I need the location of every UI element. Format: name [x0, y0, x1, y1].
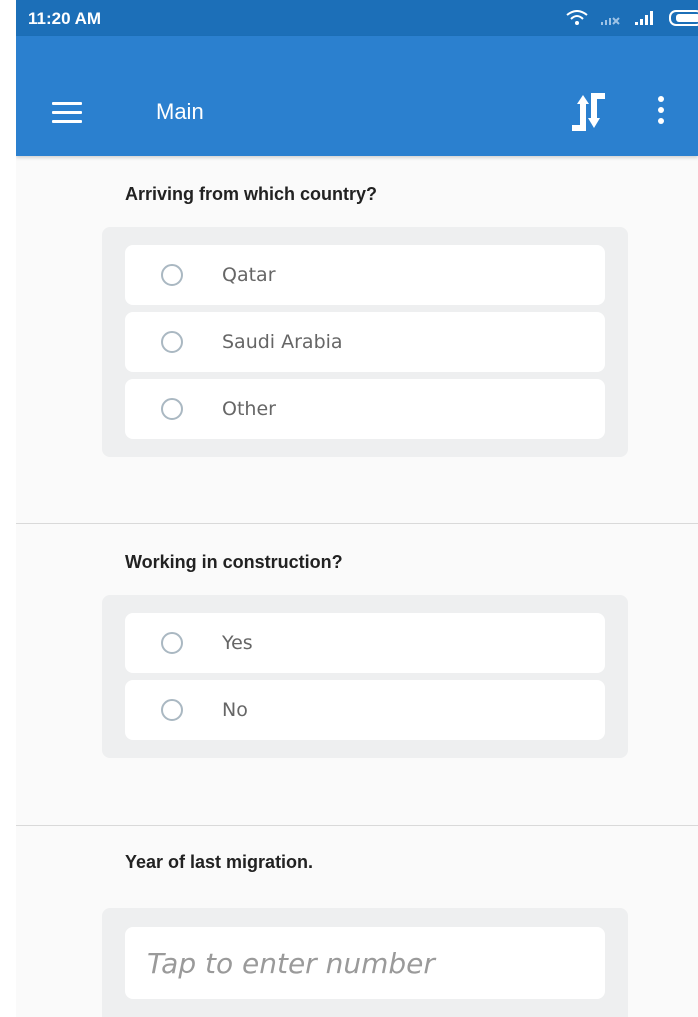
signal-no-sim-icon	[601, 17, 620, 25]
divider	[16, 523, 698, 524]
option-label: Qatar	[222, 264, 276, 286]
more-vert-icon[interactable]	[656, 96, 666, 130]
page-title: Main	[156, 99, 204, 124]
battery-icon	[669, 10, 698, 26]
radio-icon[interactable]	[161, 632, 183, 654]
radio-icon[interactable]	[161, 398, 183, 420]
construction-options-panel: Yes No	[102, 595, 628, 758]
status-bar: 11:20 AM	[16, 0, 698, 36]
radio-icon[interactable]	[161, 699, 183, 721]
question-label-migration-year: Year of last migration.	[125, 852, 314, 872]
migration-year-input[interactable]	[125, 927, 605, 999]
migration-year-panel	[102, 908, 628, 1017]
radio-icon[interactable]	[161, 264, 183, 286]
phone-screen: 11:20 AM Main Arriving from which countr…	[16, 0, 698, 1017]
option-label: No	[222, 699, 248, 721]
signal-icon	[635, 11, 653, 25]
divider	[16, 825, 698, 826]
radio-icon[interactable]	[161, 331, 183, 353]
country-options-panel: Qatar Saudi Arabia Other	[102, 227, 628, 457]
option-label: Saudi Arabia	[222, 331, 343, 353]
status-icons	[566, 8, 698, 28]
status-time: 11:20 AM	[28, 9, 102, 28]
option-no[interactable]: No	[125, 680, 605, 740]
option-label: Yes	[222, 632, 253, 654]
option-qatar[interactable]: Qatar	[125, 245, 605, 305]
option-yes[interactable]: Yes	[125, 613, 605, 673]
wifi-icon	[566, 10, 588, 25]
sync-icon[interactable]	[563, 86, 613, 136]
option-label: Other	[222, 398, 276, 420]
menu-icon[interactable]	[52, 102, 82, 124]
option-other[interactable]: Other	[125, 379, 605, 439]
question-label-country: Arriving from which country?	[125, 184, 378, 204]
app-bar: Main	[16, 36, 698, 156]
question-label-construction: Working in construction?	[125, 552, 343, 572]
option-saudi-arabia[interactable]: Saudi Arabia	[125, 312, 605, 372]
